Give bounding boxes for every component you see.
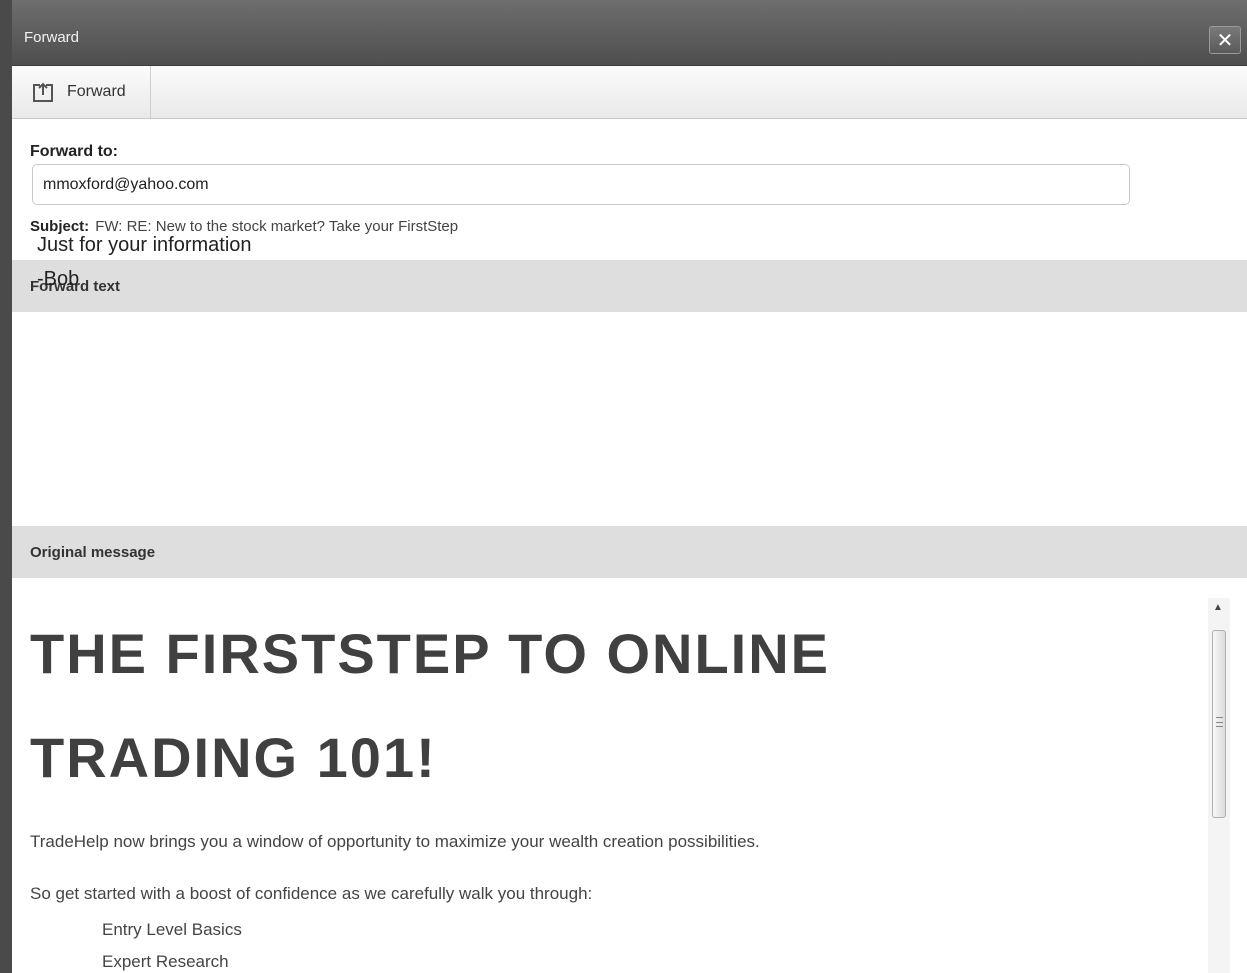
- forward-button-label: Forward: [67, 83, 126, 100]
- original-message-header: Original message: [12, 526, 1247, 578]
- left-edge: [0, 0, 12, 973]
- message-paragraph: So get started with a boost of confidenc…: [30, 884, 593, 903]
- original-message-body: THE FIRSTSTEP TO ONLINE TRADING 101! Tra…: [30, 584, 1210, 973]
- message-title-line: THE FIRSTSTEP TO ONLINE: [30, 622, 831, 685]
- list-item: Expert Research: [102, 952, 229, 971]
- list-item: Entry Level Basics: [102, 920, 242, 939]
- toolbar: Forward: [12, 66, 1247, 119]
- close-button[interactable]: ✕: [1209, 26, 1241, 54]
- close-icon: ✕: [1216, 29, 1234, 52]
- title-bar: Forward ✕: [12, 0, 1247, 66]
- scrollbar[interactable]: ▲: [1208, 598, 1230, 973]
- forward-dialog: Forward ✕ Forward Forward to: Subject:FW…: [12, 0, 1247, 973]
- message-list: Entry Level Basics Expert Research: [30, 914, 1210, 973]
- forward-icon: [33, 82, 53, 102]
- forward-to-input[interactable]: [32, 164, 1130, 205]
- message-title: THE FIRSTSTEP TO ONLINE TRADING 101!: [30, 602, 1210, 810]
- message-title-line: TRADING 101!: [30, 726, 437, 789]
- forward-text-body[interactable]: Just for your information -Bob: [37, 228, 252, 296]
- forward-to-label: Forward to:: [30, 143, 118, 160]
- window-title: Forward: [24, 29, 80, 46]
- scroll-up-icon[interactable]: ▲: [1213, 602, 1223, 613]
- forward-text-line: -Bob: [37, 268, 80, 290]
- forward-text-line: Just for your information: [37, 234, 252, 256]
- scroll-grip-icon: [1216, 717, 1223, 727]
- forward-button[interactable]: Forward: [12, 66, 151, 118]
- scroll-thumb[interactable]: [1212, 630, 1226, 818]
- message-paragraph: TradeHelp now brings you a window of opp…: [30, 832, 760, 851]
